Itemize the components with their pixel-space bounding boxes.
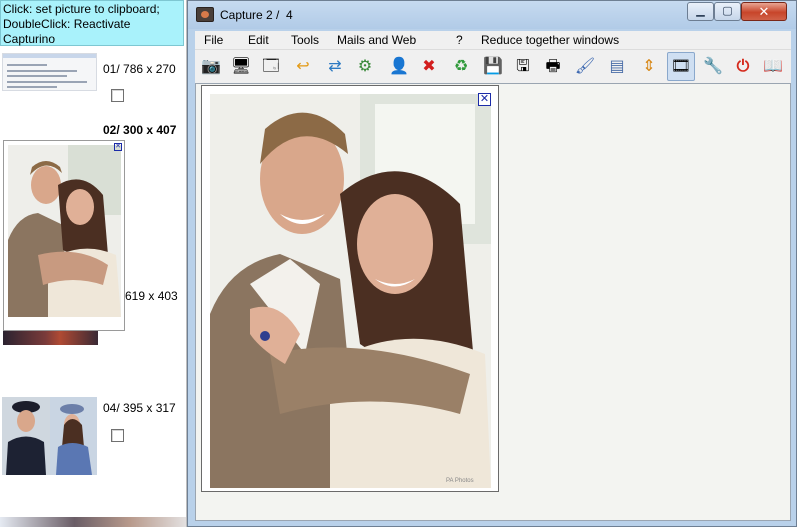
toolbar: 📷 🖥 🗔 ↩ ⇄ ⚙ 👤 ✖ ♻ 💾 🖫 🖶 🖌 ▤ ⇕ 🎞 🔧 ⏻ 📖 <box>195 49 791 83</box>
captured-photo <box>210 94 491 488</box>
save-as-icon[interactable]: 🖫 <box>509 52 537 81</box>
thumbnail-5-partial-image[interactable] <box>0 517 186 527</box>
window-title: Capture 2 / 4 <box>220 8 293 22</box>
thumbnail-2-label: 02/ 300 x 407 <box>103 123 177 137</box>
thumbnail-2-hover-preview[interactable]: ✕ <box>3 140 125 331</box>
undo-arrow-icon[interactable]: ↩ <box>289 52 317 81</box>
app-icon <box>196 7 214 22</box>
paint-icon[interactable]: 🖌 <box>571 52 599 81</box>
menu-reduce-together-windows[interactable]: Reduce together windows <box>481 33 619 47</box>
maximize-button[interactable]: ▢ <box>714 2 741 21</box>
screen-capture-icon[interactable]: 🖥 <box>227 52 255 81</box>
minimize-button[interactable]: ▁ <box>687 2 714 21</box>
close-button[interactable]: ✕ <box>741 2 787 21</box>
thumbnail-3-label: 619 x 403 <box>125 289 178 303</box>
power-icon[interactable]: ⏻ <box>729 52 757 81</box>
window-capture-icon[interactable]: 🗔 <box>257 52 285 81</box>
user-icon[interactable]: 👤 <box>385 52 413 81</box>
menu-file[interactable]: File <box>204 33 223 47</box>
title-bar[interactable]: Capture 2 / 4 ▁ ▢ ✕ <box>188 1 796 29</box>
capture-canvas[interactable]: ✕ PA Photos <box>195 83 791 521</box>
screen: Click: set picture to clipboard; DoubleC… <box>0 0 797 527</box>
window-list-icon[interactable]: ▤ <box>603 52 631 81</box>
close-icon[interactable]: ✕ <box>114 143 122 151</box>
capture-window: Capture 2 / 4 ▁ ▢ ✕ File Edit Tools Mail… <box>187 0 797 527</box>
hint-line-1: Click: set picture to clipboard; <box>3 2 160 16</box>
close-icon[interactable]: ✕ <box>478 93 491 106</box>
network-icon[interactable]: ⚙ <box>351 52 379 81</box>
photo-watermark: PA Photos <box>446 478 474 484</box>
thumbnail-1-image[interactable] <box>2 53 97 91</box>
captured-image-frame[interactable]: ✕ PA Photos <box>201 85 499 492</box>
thumbnail-4-checkbox[interactable] <box>111 429 124 442</box>
delete-icon[interactable]: ✖ <box>415 52 443 81</box>
thumbnail-4-image[interactable] <box>2 397 97 475</box>
share-icon[interactable]: ⇄ <box>321 52 349 81</box>
hint-line-2: DoubleClick: Reactivate Capturino <box>3 17 131 46</box>
settings-tools-icon[interactable]: 🔧 <box>699 52 727 81</box>
thumbnail-1-label: 01/ 786 x 270 <box>103 62 176 76</box>
thumbnail-2-photo <box>8 145 121 317</box>
thumbnail-4-label: 04/ 395 x 317 <box>103 401 176 415</box>
save-icon[interactable]: 💾 <box>479 52 507 81</box>
print-icon[interactable]: 🖶 <box>539 52 567 81</box>
camera-icon[interactable]: 📷 <box>197 52 225 81</box>
menu-bar: File Edit Tools Mails and Web ? Reduce t… <box>195 31 791 49</box>
menu-help[interactable]: ? <box>456 33 463 47</box>
menu-tools[interactable]: Tools <box>291 33 319 47</box>
menu-mails-and-web[interactable]: Mails and Web <box>337 33 416 47</box>
thumbnail-panel: Click: set picture to clipboard; DoubleC… <box>0 0 186 527</box>
thumbnail-1-checkbox[interactable] <box>111 89 124 102</box>
hint-box: Click: set picture to clipboard; DoubleC… <box>0 0 184 46</box>
thumbnail-3-image[interactable] <box>3 331 98 345</box>
recycle-icon[interactable]: ♻ <box>447 52 475 81</box>
help-book-icon[interactable]: 📖 <box>759 52 787 81</box>
arrange-icon[interactable]: ⇕ <box>635 52 663 81</box>
filmstrip-icon[interactable]: 🎞 <box>667 52 695 81</box>
menu-edit[interactable]: Edit <box>248 33 269 47</box>
